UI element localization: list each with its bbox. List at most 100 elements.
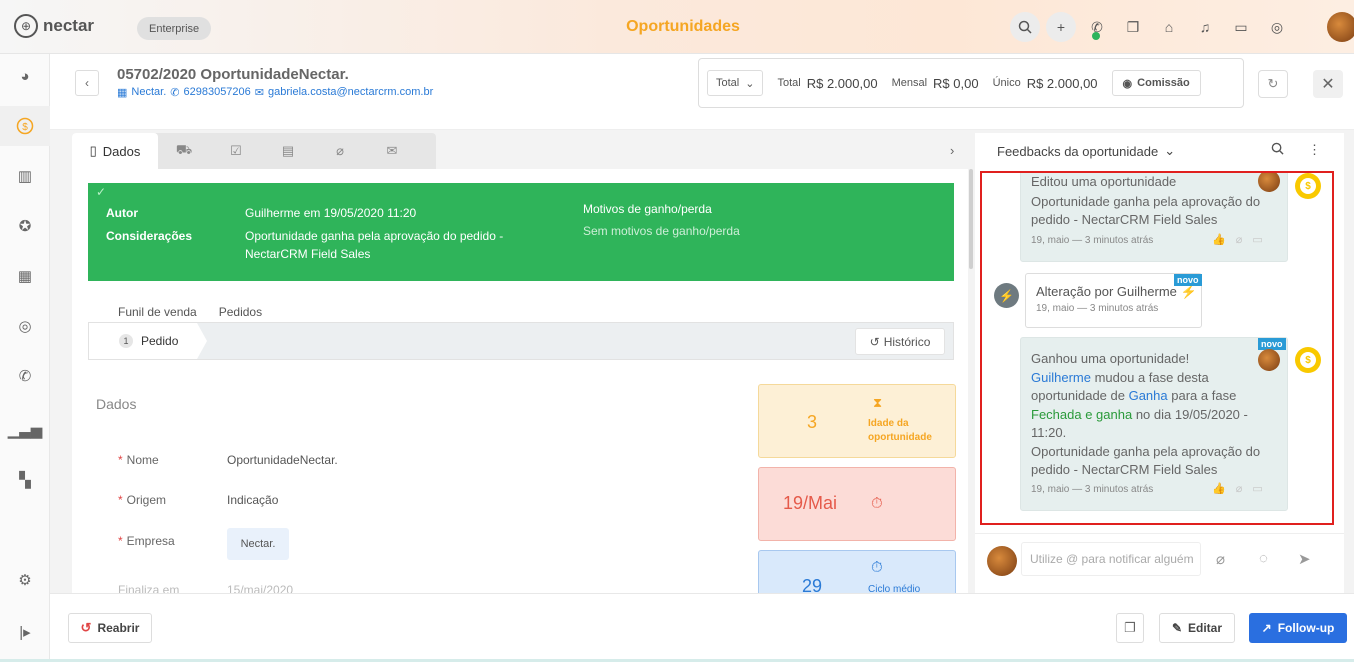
consideracoes-label: Considerações [106, 229, 193, 243]
feedback-line: Editou uma oportunidade [1031, 174, 1177, 189]
tab-dados[interactable]: ▯ Dados [72, 133, 158, 169]
user-avatar[interactable] [1327, 12, 1354, 42]
feedback-line: Guilherme mudou a fase desta [1031, 369, 1209, 385]
chart-icon[interactable]: ▁▃▅ [0, 410, 50, 450]
building-icon[interactable]: ▥ [0, 156, 50, 196]
building-icon: ▦ [117, 87, 128, 99]
email-link[interactable]: gabriela.costa@nectarcrm.com.br [268, 86, 433, 99]
to-stage-link[interactable]: Fechada e ganha [1031, 407, 1132, 422]
plus-icon[interactable]: + [1046, 12, 1076, 42]
tab-funil-venda[interactable]: Funil de venda [118, 305, 197, 319]
stopwatch-icon: ⏱ [871, 559, 883, 576]
refresh-icon: ↻ [1267, 76, 1279, 91]
phone-icon[interactable]: ✆ [0, 356, 50, 396]
lightning-icon: ⚡ [994, 283, 1019, 308]
star-icon[interactable]: ✪ [0, 206, 50, 246]
chevron-left-icon: ‹ [85, 76, 89, 90]
finaliza-label: Finaliza em [118, 583, 180, 593]
search-icon[interactable] [1271, 142, 1284, 158]
change-card: Alteração por Guilherme ⚡ 19, maio — 3 m… [1025, 273, 1202, 328]
more-vertical-icon[interactable]: ⋮ [1308, 142, 1321, 158]
comment-composer: ⌀ ◌ ➤ [975, 533, 1344, 593]
refresh-button[interactable]: ↻ [1258, 70, 1288, 98]
close-button[interactable]: ✕ [1313, 70, 1343, 98]
origem-label: * Origem [118, 493, 167, 507]
calendar-icon[interactable]: ▦ [0, 256, 50, 296]
search-icon[interactable] [1010, 12, 1040, 42]
phone-link[interactable]: 62983057206 [183, 86, 250, 99]
chevron-down-icon: ⌄ [1164, 143, 1176, 158]
copy-icon[interactable]: ❐ [1118, 12, 1148, 42]
hourglass-icon: ⧗ [873, 395, 883, 410]
historico-button[interactable]: ↺ Histórico [855, 328, 945, 355]
sidebar: ◕ $ ▥ ✪ ▦ ◎ ✆ ▁▃▅ ▚ ⚙ |▸ [0, 54, 50, 662]
back-button[interactable]: ‹ [75, 70, 99, 96]
comment-icon[interactable]: ▭ [1252, 482, 1262, 495]
attachment-icon[interactable]: ⌀ [1216, 550, 1225, 568]
historico-label: Histórico [883, 334, 931, 349]
details-content: ✓ Autor Guilherme em 19/05/2020 11:20 Co… [72, 169, 968, 593]
lightning-icon: ⚡ [1180, 284, 1197, 299]
chevron-right-icon[interactable]: › [950, 143, 954, 158]
empresa-value[interactable]: Nectar. [227, 528, 289, 560]
like-icon[interactable]: 👍 [1212, 233, 1226, 246]
company-link[interactable]: Nectar. [131, 86, 166, 99]
widgets-icon[interactable]: ▚ [0, 460, 50, 500]
tab-documents[interactable]: ▤ [262, 133, 314, 169]
nome-value: OportunidadeNectar. [227, 453, 338, 467]
pencil-icon: ✎ [1171, 621, 1183, 635]
comissao-label: Comissão [1137, 77, 1190, 89]
motivos-label: Motivos de ganho/perda [583, 202, 712, 216]
attachment-icon[interactable]: ⌀ [1236, 482, 1243, 495]
check-icon[interactable]: ◎ [0, 306, 50, 346]
from-stage-link[interactable]: Ganha [1129, 388, 1168, 403]
tab-attachments[interactable]: ⌀ [314, 133, 366, 169]
copy-button[interactable]: ❐ [1116, 613, 1144, 643]
feedback-card: novo Ganhou uma oportunidade! Guilherme … [1020, 337, 1288, 511]
followup-icon: ↗ [1261, 621, 1272, 635]
tab-tasks[interactable]: ☑ [210, 133, 262, 169]
mail-icon: ✉ [254, 87, 264, 99]
attachment-icon[interactable]: ⌂ [1154, 12, 1184, 42]
inbox-icon[interactable]: ▭ [1226, 12, 1256, 42]
send-icon[interactable]: ➤ [1298, 550, 1311, 568]
comissao-button[interactable]: ◉ Comissão [1111, 70, 1201, 96]
check-circle-icon[interactable]: ◎ [1262, 12, 1292, 42]
comment-icon[interactable]: ▭ [1252, 233, 1262, 246]
stage-chip[interactable]: 1 Pedido [89, 323, 207, 359]
followup-button[interactable]: ↗ Follow-up [1249, 613, 1347, 643]
money-icon[interactable]: $ [0, 106, 50, 146]
tab-emails[interactable]: ✉ [366, 133, 418, 169]
feedback-line: 11:20. [1031, 425, 1067, 440]
presence-indicator [1092, 32, 1100, 40]
scrollbar[interactable] [969, 169, 973, 269]
value-type-select[interactable]: Total ⌄ [707, 70, 764, 96]
svg-text:$: $ [22, 122, 28, 133]
feedback-meta: 19, maio — 3 minutos atrás [1031, 235, 1154, 246]
tab-pedidos[interactable]: Pedidos [219, 305, 262, 319]
opportunity-contact-info: ▦ Nectar. ✆ 62983057206 ✉ gabriela.costa@ne… [117, 86, 433, 99]
comment-input[interactable] [1021, 542, 1201, 576]
user-link[interactable]: Guilherme [1031, 370, 1091, 385]
win-banner: ✓ Autor Guilherme em 19/05/2020 11:20 Co… [88, 183, 954, 281]
idade-label-line1: Idade da [868, 418, 909, 429]
reabrir-button[interactable]: ↺ Reabrir [68, 613, 152, 643]
editar-button[interactable]: ✎ Editar [1159, 613, 1235, 643]
feedback-line: pedido - NectarCRM Field Sales [1031, 212, 1218, 227]
whatsapp-icon[interactable]: ◌ [1259, 550, 1268, 567]
stage-bar: 1 Pedido ↺ Histórico [88, 322, 954, 360]
logo[interactable]: ⊕ nectar [14, 14, 94, 38]
feedback-line: Fechada e ganha no dia 19/05/2020 - [1031, 406, 1248, 422]
dashboard-icon[interactable]: ◕ [0, 56, 50, 96]
expand-icon[interactable]: |▸ [0, 612, 50, 652]
funnel-tabs: Funil de venda Pedidos [118, 305, 262, 319]
eye-icon: ◉ [1122, 77, 1133, 90]
phone-icon[interactable]: ✆ [1082, 12, 1112, 42]
attachment-icon[interactable]: ⌀ [1236, 233, 1243, 246]
tab-products[interactable]: ⛟ [158, 133, 210, 169]
avatar [987, 546, 1017, 576]
mail-icon: ✉ [386, 143, 398, 158]
bell-icon[interactable]: ♫ [1190, 12, 1220, 42]
like-icon[interactable]: 👍 [1212, 482, 1226, 495]
settings-icon[interactable]: ⚙ [0, 560, 50, 600]
